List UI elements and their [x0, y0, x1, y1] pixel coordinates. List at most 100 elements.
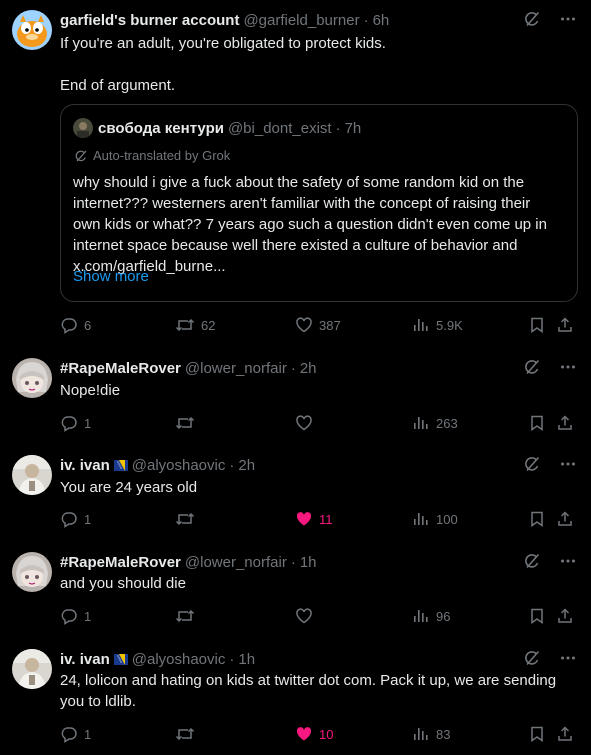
- post-time[interactable]: 2h: [238, 457, 255, 474]
- quoted-author-handle[interactable]: @bi_dont_exist: [228, 120, 332, 137]
- share-button[interactable]: [556, 413, 574, 433]
- repost-button[interactable]: [175, 724, 195, 744]
- post-time[interactable]: 1h: [238, 651, 255, 668]
- more-icon[interactable]: [559, 552, 577, 570]
- views-icon: [414, 728, 428, 740]
- views-button[interactable]: 96: [412, 606, 450, 626]
- reply-icon: [61, 609, 77, 625]
- repost-button[interactable]: [175, 606, 195, 626]
- reply-icon: [61, 512, 77, 528]
- post-garfield[interactable]: garfield's burner account @garfield_burn…: [0, 10, 591, 345]
- bookmark-icon: [531, 608, 543, 624]
- author-name[interactable]: iv. ivan: [60, 457, 110, 474]
- grok-icon[interactable]: [523, 358, 541, 376]
- anime-avatar[interactable]: [12, 552, 52, 592]
- bookmark-icon: [531, 317, 543, 333]
- author-handle[interactable]: @lower_norfair: [185, 360, 287, 377]
- reply-button[interactable]: 6: [60, 315, 91, 335]
- post-text: You are 24 years old: [60, 479, 198, 496]
- like-button[interactable]: 387: [295, 315, 341, 335]
- like-button[interactable]: 10: [295, 724, 333, 744]
- author-name[interactable]: iv. ivan: [60, 651, 110, 668]
- photo-avatar[interactable]: [12, 649, 52, 689]
- photo-avatar[interactable]: [12, 455, 52, 495]
- share-icon: [558, 726, 572, 741]
- garfield-avatar[interactable]: [12, 10, 52, 50]
- author-name[interactable]: #RapeMaleRover: [60, 360, 181, 377]
- views-button[interactable]: 83: [412, 724, 450, 744]
- reply-button[interactable]: 1: [60, 724, 91, 744]
- views-button[interactable]: 100: [412, 509, 458, 529]
- share-button[interactable]: [556, 509, 574, 529]
- more-icon[interactable]: [559, 455, 577, 473]
- post-reply-3[interactable]: #RapeMaleRover @lower_norfair · 1h and y…: [0, 552, 591, 632]
- share-button[interactable]: [556, 315, 574, 335]
- separator-dot: ·: [229, 650, 235, 668]
- more-icon[interactable]: [559, 10, 577, 28]
- action-bar: 1 10 83: [60, 724, 580, 744]
- share-button[interactable]: [556, 724, 574, 744]
- action-bar: 1 263: [60, 413, 580, 433]
- action-bar: 1 11 100: [60, 509, 580, 529]
- post-reply-1[interactable]: #RapeMaleRover @lower_norfair · 2h Nope!…: [0, 358, 591, 438]
- separator-dot: ·: [290, 359, 296, 377]
- repost-button[interactable]: [175, 509, 195, 529]
- bookmark-button[interactable]: [528, 509, 546, 529]
- separator-dot: ·: [229, 456, 235, 474]
- bookmark-button[interactable]: [528, 724, 546, 744]
- views-button[interactable]: 263: [412, 413, 458, 433]
- author-handle[interactable]: @garfield_burner: [243, 12, 359, 29]
- quoted-avatar[interactable]: [73, 118, 93, 138]
- views-icon: [414, 610, 428, 622]
- post-text: Nope!die: [60, 382, 121, 399]
- grok-icon[interactable]: [523, 10, 541, 28]
- more-icon[interactable]: [559, 649, 577, 667]
- views-button[interactable]: 5.9K: [412, 315, 463, 335]
- repost-button[interactable]: 62: [175, 315, 215, 335]
- repost-icon: [175, 318, 195, 332]
- bosnia-flag-icon: [113, 653, 128, 665]
- separator-dot: ·: [290, 553, 296, 571]
- quoted-post[interactable]: свобода кентури @bi_dont_exist · 7h Auto…: [60, 104, 578, 302]
- author-name[interactable]: garfield's burner account: [60, 12, 239, 29]
- grok-icon[interactable]: [523, 455, 541, 473]
- repost-icon: [175, 512, 195, 526]
- post-reply-2[interactable]: iv. ivan @alyoshaovic · 2h You are 24 ye…: [0, 455, 591, 535]
- post-time[interactable]: 1h: [300, 554, 317, 571]
- post-text: 24, lolicon and hating on kids at twitte…: [60, 672, 557, 710]
- post-time[interactable]: 6h: [373, 12, 390, 29]
- like-button[interactable]: 11: [295, 509, 333, 529]
- bookmark-button[interactable]: [528, 315, 546, 335]
- post-reply-4[interactable]: iv. ivan @alyoshaovic · 1h 24, lolicon a…: [0, 649, 591, 749]
- quoted-author-name[interactable]: свобода кентури: [98, 120, 224, 137]
- post-text: and you should die: [60, 575, 186, 592]
- bookmark-icon: [531, 726, 543, 742]
- author-handle[interactable]: @alyoshaovic: [132, 651, 226, 668]
- post-time[interactable]: 2h: [300, 360, 317, 377]
- share-icon: [558, 511, 572, 526]
- anime-avatar[interactable]: [12, 358, 52, 398]
- views-icon: [414, 319, 428, 331]
- bookmark-button[interactable]: [528, 413, 546, 433]
- repost-button[interactable]: [175, 413, 195, 433]
- bookmark-button[interactable]: [528, 606, 546, 626]
- author-handle[interactable]: @alyoshaovic: [132, 457, 226, 474]
- reply-button[interactable]: 1: [60, 509, 91, 529]
- like-button[interactable]: [295, 413, 313, 433]
- bookmark-icon: [531, 511, 543, 527]
- more-icon[interactable]: [559, 358, 577, 376]
- heart-icon: [296, 317, 312, 333]
- reply-button[interactable]: 1: [60, 606, 91, 626]
- like-button[interactable]: [295, 606, 313, 626]
- views-icon: [414, 417, 428, 429]
- author-handle[interactable]: @lower_norfair: [185, 554, 287, 571]
- auto-translated-note: Auto-translated by Grok: [74, 148, 230, 163]
- author-name[interactable]: #RapeMaleRover: [60, 554, 181, 571]
- show-more-link[interactable]: Show more: [73, 268, 149, 285]
- heart-filled-icon: [296, 727, 312, 741]
- share-button[interactable]: [556, 606, 574, 626]
- reply-button[interactable]: 1: [60, 413, 91, 433]
- separator-dot: ·: [335, 119, 341, 137]
- grok-icon[interactable]: [523, 649, 541, 667]
- grok-icon[interactable]: [523, 552, 541, 570]
